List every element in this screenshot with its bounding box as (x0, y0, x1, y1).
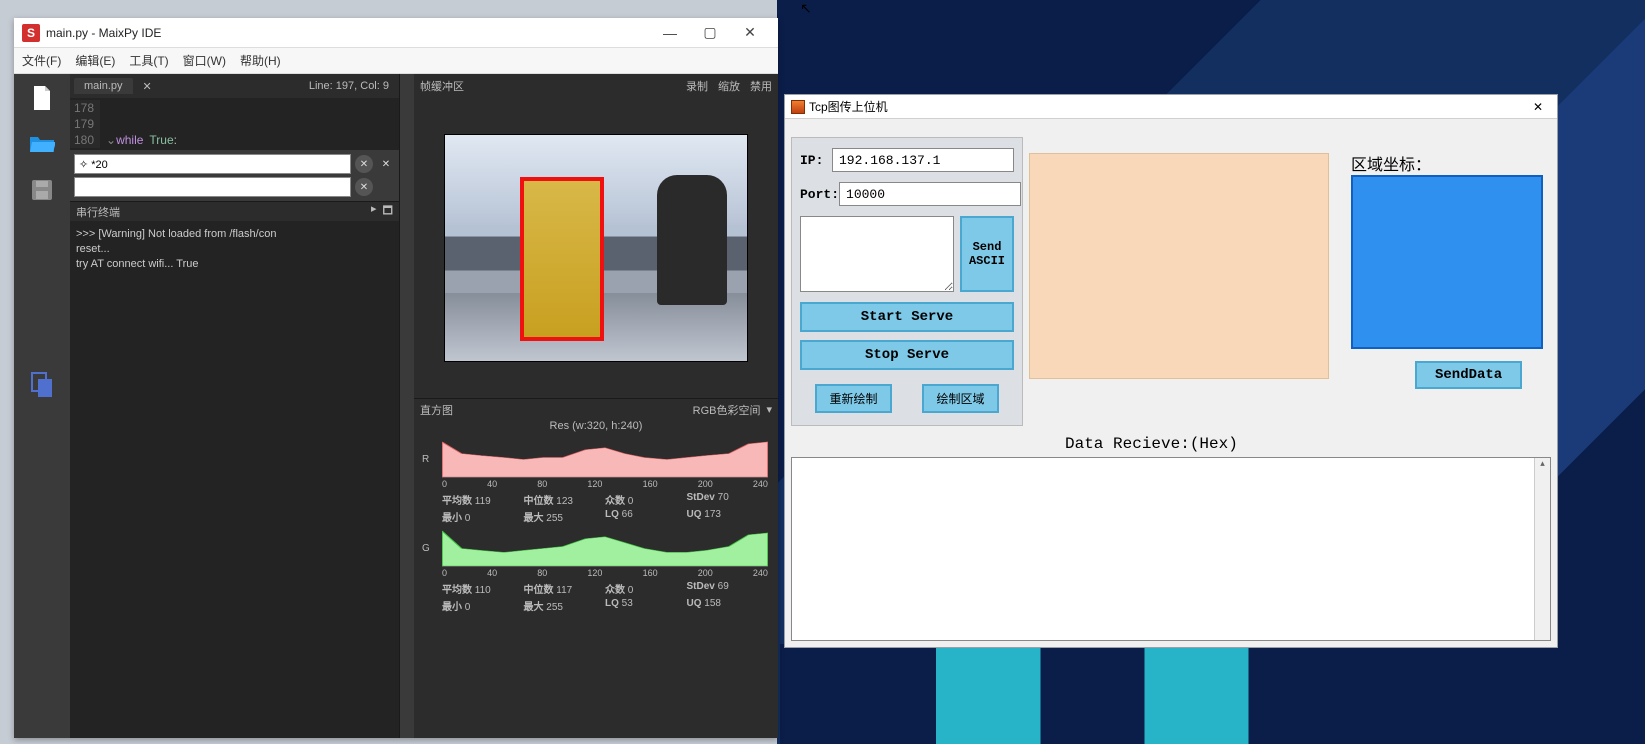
minimize-button[interactable]: — (650, 25, 690, 41)
stop-serve-button[interactable]: Stop Serve (800, 340, 1014, 370)
menu-tools[interactable]: 工具(T) (129, 52, 168, 69)
data-receive-box[interactable] (791, 457, 1551, 641)
start-serve-button[interactable]: Start Serve (800, 302, 1014, 332)
port-label: Port: (800, 187, 839, 202)
histogram-title: 直方图 (420, 402, 453, 418)
fb-disable[interactable]: 禁用 (750, 78, 772, 94)
replace-input[interactable] (74, 177, 351, 197)
clear-search-icon[interactable]: ✕ (355, 155, 373, 173)
tcp-app-icon (791, 100, 805, 114)
send-textarea[interactable] (800, 216, 954, 292)
fb-record[interactable]: 录制 (686, 78, 708, 94)
term-pin-icon[interactable]: 🗖 (383, 202, 393, 221)
tick: 160 (643, 479, 658, 489)
save-icon[interactable] (28, 176, 56, 204)
hist-channel-label: G (422, 543, 430, 554)
new-file-icon[interactable] (28, 84, 56, 112)
mouse-cursor: ↖ (800, 0, 812, 17)
tcp-titlebar[interactable]: Tcp图传上位机 ✕ (785, 95, 1557, 119)
tab-close-icon[interactable]: ✕ (139, 80, 156, 93)
tick: 0 (442, 568, 447, 578)
ide-menubar: 文件(F) 编辑(E) 工具(T) 窗口(W) 帮助(H) (14, 48, 778, 74)
search-panel: ✕ ✕ ✕ (70, 150, 399, 201)
close-button[interactable]: ✕ (730, 24, 770, 41)
ip-label: IP: (800, 153, 832, 168)
camera-preview[interactable] (444, 134, 748, 362)
line-number: 178 (70, 100, 100, 116)
detected-person (657, 175, 727, 305)
histogram-resolution: Res (w:320, h:240) (414, 420, 778, 438)
detection-box (520, 177, 604, 341)
send-data-button[interactable]: SendData (1415, 361, 1522, 389)
editor-tab[interactable]: main.py (74, 78, 133, 94)
region-preview[interactable] (1351, 175, 1543, 349)
tick: 200 (698, 479, 713, 489)
menu-edit[interactable]: 编辑(E) (75, 52, 115, 69)
open-folder-icon[interactable] (28, 130, 56, 158)
terminal-output[interactable]: >>> [Warning] Not loaded from /flash/con… (70, 221, 399, 738)
tcp-control-panel: IP: Port: Send ASCII Start Serve Stop Se… (791, 137, 1023, 426)
ide-window: S main.py - MaixPy IDE — ▢ ✕ 文件(F) 编辑(E)… (14, 18, 778, 738)
code-area[interactable]: 178 179 180⌄ while True: (70, 98, 399, 150)
receive-scrollbar[interactable] (1534, 458, 1550, 640)
tick: 240 (753, 568, 768, 578)
redraw-button[interactable]: 重新绘制 (815, 384, 891, 413)
editor-pane: main.py ✕ Line: 197, Col: 9 178 179 180⌄… (70, 74, 400, 738)
maximize-button[interactable]: ▢ (690, 24, 730, 41)
chevron-down-icon[interactable]: ▾ (760, 403, 772, 416)
term-line: reset... (76, 242, 393, 257)
code-literal: True (149, 132, 173, 148)
image-canvas[interactable] (1029, 153, 1329, 379)
copy-icon[interactable] (28, 370, 56, 398)
search-input[interactable] (74, 154, 351, 174)
term-line: >>> [Warning] Not loaded from /flash/con (76, 227, 393, 242)
fb-zoom[interactable]: 缩放 (718, 78, 740, 94)
framebuffer-pane: 帧缓冲区 录制 缩放 禁用 直方图 RGB色彩空间 (414, 74, 778, 738)
tick: 80 (537, 479, 547, 489)
ip-input[interactable] (832, 148, 1014, 172)
cursor-position: Line: 197, Col: 9 (309, 80, 395, 92)
code-keyword: while (116, 132, 143, 148)
tick: 120 (587, 479, 602, 489)
menu-file[interactable]: 文件(F) (22, 52, 61, 69)
tcp-title-text: Tcp图传上位机 (809, 98, 888, 115)
tick: 80 (537, 568, 547, 578)
terminal-title: 串行终端 (76, 204, 120, 220)
send-ascii-button[interactable]: Send ASCII (960, 216, 1014, 292)
tick: 0 (442, 479, 447, 489)
menu-window[interactable]: 窗口(W) (183, 52, 226, 69)
tick: 240 (753, 479, 768, 489)
line-number: 180 (70, 132, 100, 148)
colorspace-select[interactable]: RGB色彩空间 (693, 402, 761, 418)
histogram-r: R 04080120160200240 平均数 119 中位数 123 众数 0… (414, 438, 778, 527)
line-number: 179 (70, 116, 100, 132)
term-line: try AT connect wifi... True (76, 257, 393, 272)
region-coord-label: 区域坐标： (1351, 151, 1431, 175)
close-search-icon[interactable]: ✕ (377, 155, 395, 173)
tick: 160 (643, 568, 658, 578)
editor-scrollbar[interactable] (400, 74, 414, 738)
tcp-close-button[interactable]: ✕ (1525, 100, 1551, 114)
clear-replace-icon[interactable]: ✕ (355, 178, 373, 196)
menu-help[interactable]: 帮助(H) (240, 52, 281, 69)
data-receive-label: Data Recieve:(Hex) (1065, 435, 1238, 453)
tick: 40 (487, 568, 497, 578)
tick: 120 (587, 568, 602, 578)
histogram-g: G 04080120160200240 平均数 110 中位数 117 众数 0… (414, 527, 778, 616)
draw-region-button[interactable]: 绘制区域 (922, 384, 998, 413)
ide-titlebar[interactable]: S main.py - MaixPy IDE — ▢ ✕ (14, 18, 778, 48)
tcp-window: Tcp图传上位机 ✕ IP: Port: Send ASCII Start Se… (784, 94, 1558, 648)
hist-channel-label: R (422, 454, 429, 465)
ide-title: main.py - MaixPy IDE (46, 26, 650, 40)
ide-logo-icon: S (22, 24, 40, 42)
term-expand-icon[interactable]: ▸ (371, 202, 377, 221)
ide-sidebar (14, 74, 70, 738)
tick: 40 (487, 479, 497, 489)
tick: 200 (698, 568, 713, 578)
framebuffer-title: 帧缓冲区 (420, 78, 464, 94)
port-input[interactable] (839, 182, 1021, 206)
